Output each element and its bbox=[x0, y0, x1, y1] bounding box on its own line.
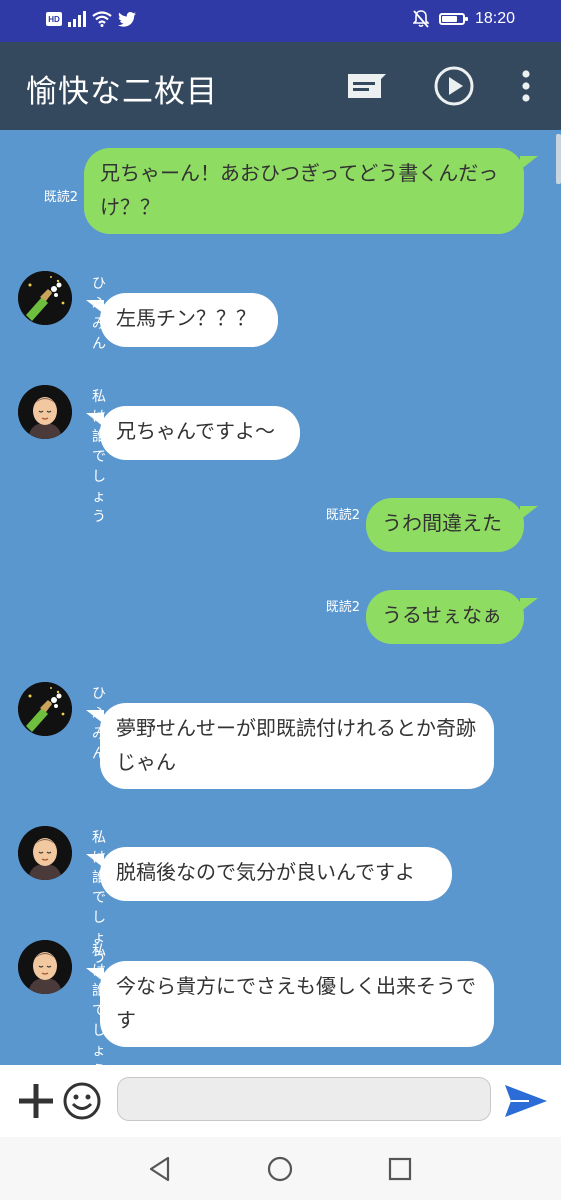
chat-area[interactable]: 既読2 兄ちゃーん！あおひつぎってどう書くんだっけ？？ ひふみん 左馬チン？？？ bbox=[0, 130, 561, 1065]
message-bubble[interactable]: 左馬チン？？？ bbox=[100, 293, 278, 347]
home-icon[interactable] bbox=[266, 1155, 294, 1183]
champagne-icon bbox=[18, 682, 72, 736]
play-circle-icon[interactable] bbox=[432, 64, 476, 108]
back-icon[interactable] bbox=[146, 1155, 174, 1183]
battery-icon bbox=[438, 13, 468, 25]
message-bubble[interactable]: 今なら貴方にでさえも優しく出来そうです bbox=[100, 961, 494, 1047]
monk-avatar[interactable] bbox=[18, 385, 72, 439]
read-receipt: 既読2 bbox=[325, 508, 360, 523]
twitter-icon bbox=[118, 11, 136, 27]
more-vert-icon[interactable] bbox=[506, 64, 546, 108]
send-icon[interactable] bbox=[503, 1081, 549, 1121]
plus-icon[interactable] bbox=[16, 1081, 56, 1121]
champagne-icon bbox=[18, 271, 72, 325]
message-bubble[interactable]: 脱稿後なので気分が良いんですよ bbox=[100, 847, 452, 901]
status-bar: HD 18:20 bbox=[0, 0, 561, 42]
scrollbar[interactable] bbox=[556, 134, 561, 184]
read-receipt: 既読2 bbox=[43, 190, 78, 205]
notifications-off-icon bbox=[412, 10, 429, 28]
message-bubble[interactable]: うわ間違えた bbox=[366, 498, 524, 552]
message-icon[interactable] bbox=[344, 64, 388, 108]
message-bubble[interactable]: うるせぇなぁ bbox=[366, 590, 524, 644]
sender-name: 私は誰でしょう bbox=[92, 389, 106, 525]
smiley-icon[interactable] bbox=[62, 1081, 102, 1121]
hd-badge: HD bbox=[46, 12, 62, 26]
message-bubble[interactable]: 兄ちゃんですよ〜 bbox=[100, 406, 300, 460]
monk-icon bbox=[18, 385, 72, 439]
status-time: 18:20 bbox=[474, 10, 515, 27]
champagne-avatar[interactable] bbox=[18, 682, 72, 736]
champagne-avatar[interactable] bbox=[18, 271, 72, 325]
message-bubble[interactable]: 夢野せんせーが即既読付けれるとか奇跡じゃん bbox=[100, 703, 494, 789]
app-bar: 愉快な二枚目 bbox=[0, 42, 561, 130]
bubble-tail bbox=[520, 156, 538, 170]
monk-avatar[interactable] bbox=[18, 826, 72, 880]
signal-icon bbox=[68, 11, 86, 27]
bubble-tail bbox=[520, 598, 538, 612]
input-bar bbox=[0, 1065, 561, 1137]
read-receipt: 既読2 bbox=[325, 600, 360, 615]
monk-avatar[interactable] bbox=[18, 940, 72, 994]
monk-icon bbox=[18, 940, 72, 994]
status-right: 18:20 bbox=[412, 10, 515, 28]
message-bubble[interactable]: 兄ちゃーん！あおひつぎってどう書くんだっけ？？ bbox=[84, 148, 524, 234]
navigation-bar bbox=[0, 1137, 561, 1200]
message-input[interactable] bbox=[117, 1077, 491, 1121]
bubble-tail bbox=[520, 506, 538, 520]
chat-title: 愉快な二枚目 bbox=[26, 74, 218, 110]
battery-level bbox=[441, 16, 457, 22]
status-left: HD bbox=[46, 11, 136, 27]
recents-icon[interactable] bbox=[386, 1155, 414, 1183]
monk-icon bbox=[18, 826, 72, 880]
wifi-icon bbox=[92, 11, 112, 27]
